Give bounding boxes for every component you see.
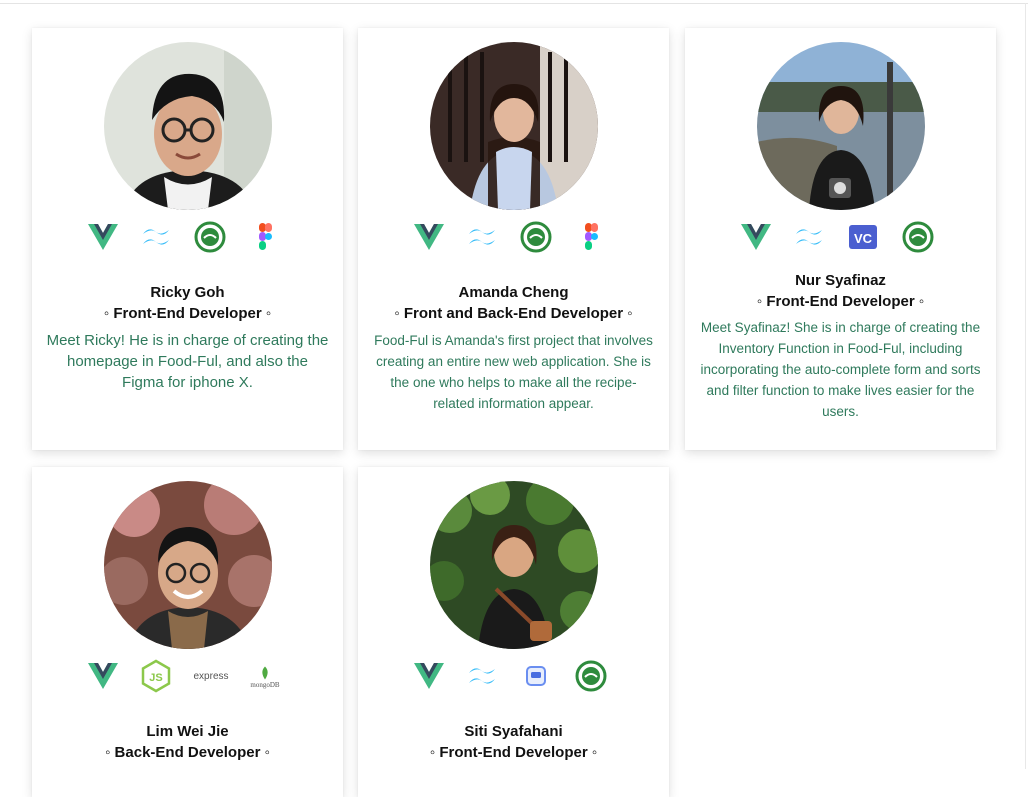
app-window-icon — [519, 659, 553, 693]
avatar — [104, 481, 272, 649]
svg-text:VC: VC — [854, 231, 873, 246]
member-description: Meet Syafinaz! She is in charge of creat… — [700, 320, 981, 419]
avatar — [430, 481, 598, 649]
skill-icons — [358, 659, 669, 699]
scrollbar-track[interactable] — [1025, 3, 1026, 769]
skill-icons — [358, 220, 669, 260]
member-description: Food-Ful is Amanda's first project that … — [374, 333, 653, 411]
tailwind-icon — [139, 220, 173, 254]
foodful-logo-icon — [901, 220, 935, 254]
vue-icon — [412, 220, 446, 254]
foodful-logo-icon — [519, 220, 553, 254]
mongodb-icon: mongoDB — [246, 659, 284, 693]
avatar — [757, 42, 925, 210]
tailwind-icon — [465, 220, 499, 254]
member-name: Amanda Cheng — [458, 284, 569, 301]
tailwind-icon — [792, 220, 826, 254]
team-card-ricky: Ricky Goh ◦ Front-End Developer ◦ Meet R… — [32, 28, 343, 450]
vue-icon — [86, 659, 120, 693]
member-role: ◦ Front-End Developer ◦ — [756, 293, 925, 310]
foodful-logo-icon — [193, 220, 227, 254]
skill-icons: JS express mongoDB — [32, 659, 343, 699]
express-label: express — [193, 670, 229, 682]
member-name: Lim Wei Jie — [146, 723, 229, 740]
member-role: ◦ Front-End Developer ◦ — [429, 744, 598, 761]
mongodb-label: mongoDB — [250, 681, 280, 689]
vc-icon: VC — [846, 220, 880, 254]
vue-icon — [739, 220, 773, 254]
member-role: ◦ Back-End Developer ◦ — [105, 744, 270, 761]
member-name: Nur Syafinaz — [795, 272, 886, 289]
member-name: Ricky Goh — [150, 284, 225, 301]
team-card-weijie: JS express mongoDB Lim Wei Jie ◦ Back-En… — [32, 467, 343, 797]
avatar — [430, 42, 598, 210]
vue-icon — [412, 659, 446, 693]
top-divider — [0, 3, 1028, 4]
figma-icon — [574, 220, 608, 254]
foodful-logo-icon — [574, 659, 608, 693]
member-role: ◦ Front and Back-End Developer ◦ — [394, 305, 633, 322]
member-name: Siti Syafahani — [464, 723, 563, 740]
skill-icons: VC — [685, 220, 996, 260]
member-role: ◦ Front-End Developer ◦ — [103, 305, 272, 322]
team-card-amanda: Amanda Cheng ◦ Front and Back-End Develo… — [358, 28, 669, 450]
express-icon: express — [189, 659, 233, 693]
team-card-siti: Siti Syafahani ◦ Front-End Developer ◦ — [358, 467, 669, 797]
vue-icon — [86, 220, 120, 254]
skill-icons — [32, 220, 343, 260]
tailwind-icon — [465, 659, 499, 693]
figma-icon — [248, 220, 282, 254]
member-description: Meet Ricky! He is in charge of creating … — [46, 332, 329, 391]
nodejs-icon: JS — [139, 659, 173, 693]
svg-text:JS: JS — [149, 672, 162, 684]
team-card-syafinaz: VC Nur Syafinaz ◦ Front-End Developer ◦ … — [685, 28, 996, 450]
avatar — [104, 42, 272, 210]
